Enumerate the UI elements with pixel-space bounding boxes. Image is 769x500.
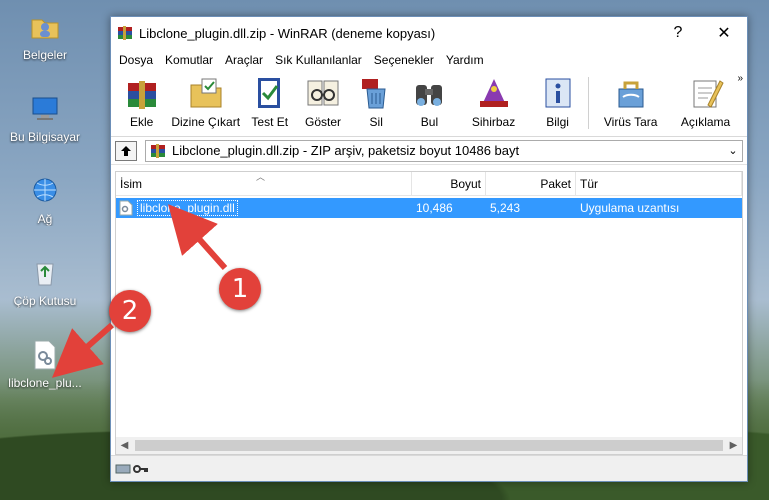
extract-to-button[interactable]: Dizine Çıkart	[168, 71, 243, 133]
toolbar-label: Ekle	[129, 115, 154, 129]
view-button[interactable]: Göster	[296, 71, 349, 133]
chevron-down-icon[interactable]: ⌄	[724, 144, 742, 157]
column-size[interactable]: Boyut	[412, 172, 486, 195]
list-header: İsim Boyut Paket Tür ︿	[116, 172, 742, 196]
extract-to-icon	[190, 78, 222, 108]
toolbar-overflow-button[interactable]: »	[737, 73, 743, 84]
info-button[interactable]: Bilgi	[531, 71, 584, 133]
horizontal-scrollbar[interactable]: ◀ ▶	[116, 437, 742, 454]
scroll-left-icon[interactable]: ◀	[116, 440, 133, 451]
toolbar: Ekle Dizine Çıkart Test Et Göster Sil Bu…	[111, 71, 747, 137]
desktop-icon-network[interactable]: Ağ	[0, 174, 90, 226]
network-icon	[28, 174, 62, 208]
folder-user-icon	[28, 10, 62, 44]
delete-icon	[362, 79, 386, 109]
desktop-icon-documents[interactable]: Belgeler	[0, 10, 90, 62]
menu-file[interactable]: Dosya	[113, 53, 159, 67]
toolbar-label: Bul	[420, 115, 439, 129]
window-title: Libclone_plugin.dll.zip - WinRAR (deneme…	[139, 25, 436, 41]
desktop-icon-dll-file[interactable]: libclone_plu...	[0, 338, 90, 390]
winrar-archive-icon	[151, 143, 165, 158]
test-button[interactable]: Test Et	[243, 71, 296, 133]
title-bar[interactable]: Libclone_plugin.dll.zip - WinRAR (deneme…	[111, 17, 747, 49]
step-badge-2: 2	[109, 290, 151, 332]
virus-scan-button[interactable]: Virüs Tara	[593, 71, 668, 133]
info-icon	[545, 78, 571, 108]
table-row[interactable]: libclone_plugin.dll 10,486 5,243 Uygulam…	[116, 198, 742, 218]
address-dropdown[interactable]: Libclone_plugin.dll.zip - ZIP arşiv, pak…	[145, 139, 743, 162]
status-bar	[111, 455, 747, 481]
desktop-icon-label: Belgeler	[22, 48, 68, 62]
wizard-icon	[479, 79, 508, 107]
scroll-right-icon[interactable]: ▶	[725, 440, 742, 451]
desktop-icon-label: libclone_plu...	[8, 376, 82, 390]
computer-icon	[28, 92, 62, 126]
virus-scan-icon	[618, 81, 644, 108]
menu-commands[interactable]: Komutlar	[159, 53, 219, 67]
test-icon	[257, 78, 280, 108]
up-folder-button[interactable]	[115, 140, 137, 161]
sort-ascending-icon: ︿	[256, 172, 266, 182]
find-button[interactable]: Bul	[403, 71, 456, 133]
toolbar-label: Test Et	[251, 115, 289, 129]
toolbar-label: Göster	[304, 115, 341, 129]
menu-help[interactable]: Yardım	[440, 53, 490, 67]
toolbar-label: Sihirbaz	[471, 115, 516, 129]
menu-favorites[interactable]: Sık Kullanılanlar	[269, 53, 368, 67]
toolbar-label: Dizine Çıkart	[171, 115, 241, 129]
toolbar-label: Sil	[369, 115, 383, 129]
find-icon	[416, 85, 443, 106]
winrar-window: Libclone_plugin.dll.zip - WinRAR (deneme…	[110, 16, 748, 482]
menu-tools[interactable]: Araçlar	[219, 53, 269, 67]
scrollbar-thumb[interactable]	[135, 440, 723, 451]
add-button[interactable]: Ekle	[115, 71, 168, 133]
drive-key-icon[interactable]	[115, 462, 149, 476]
toolbar-label: Virüs Tara	[603, 115, 658, 129]
desktop-icon-label: Ağ	[37, 212, 53, 226]
toolbar-label: Açıklama	[680, 115, 731, 129]
wizard-button[interactable]: Sihirbaz	[456, 71, 531, 133]
column-type[interactable]: Tür	[576, 172, 742, 195]
desktop-icon-label: Bu Bilgisayar	[9, 130, 81, 144]
menu-options[interactable]: Seçenekler	[368, 53, 440, 67]
recycle-bin-icon	[28, 256, 62, 290]
toolbar-label: Bilgi	[546, 115, 569, 129]
close-button[interactable]: ✕	[701, 17, 747, 49]
add-archive-icon	[127, 81, 156, 109]
address-text: Libclone_plugin.dll.zip - ZIP arşiv, pak…	[172, 143, 520, 158]
help-button[interactable]: ?	[655, 17, 701, 49]
winrar-app-icon	[117, 25, 133, 41]
file-size-cell: 10,486	[412, 198, 486, 218]
arrow-up-icon	[121, 145, 131, 156]
address-bar: Libclone_plugin.dll.zip - ZIP arşiv, pak…	[111, 137, 747, 165]
file-name: libclone_plugin.dll	[137, 200, 238, 216]
menu-bar: Dosya Komutlar Araçlar Sık Kullanılanlar…	[111, 49, 747, 71]
comment-icon	[693, 80, 724, 108]
file-name-cell: libclone_plugin.dll	[116, 198, 412, 218]
desktop-icon-recycle-bin[interactable]: Çöp Kutusu	[0, 256, 90, 308]
comment-button[interactable]: Açıklama	[668, 71, 743, 133]
delete-button[interactable]: Sil	[350, 71, 403, 133]
desktop-icon-this-pc[interactable]: Bu Bilgisayar	[0, 92, 90, 144]
desktop-icon-label: Çöp Kutusu	[13, 294, 77, 308]
column-packed[interactable]: Paket	[486, 172, 576, 195]
view-icon	[307, 80, 339, 106]
file-packed-cell: 5,243	[486, 198, 576, 218]
file-list: İsim Boyut Paket Tür ︿ libclone_plugin.d…	[115, 171, 743, 455]
toolbar-separator	[588, 77, 590, 129]
file-type-cell: Uygulama uzantısı	[576, 198, 742, 218]
dll-file-icon	[28, 338, 62, 372]
dll-file-icon	[119, 200, 133, 216]
step-badge-1: 1	[219, 268, 261, 310]
